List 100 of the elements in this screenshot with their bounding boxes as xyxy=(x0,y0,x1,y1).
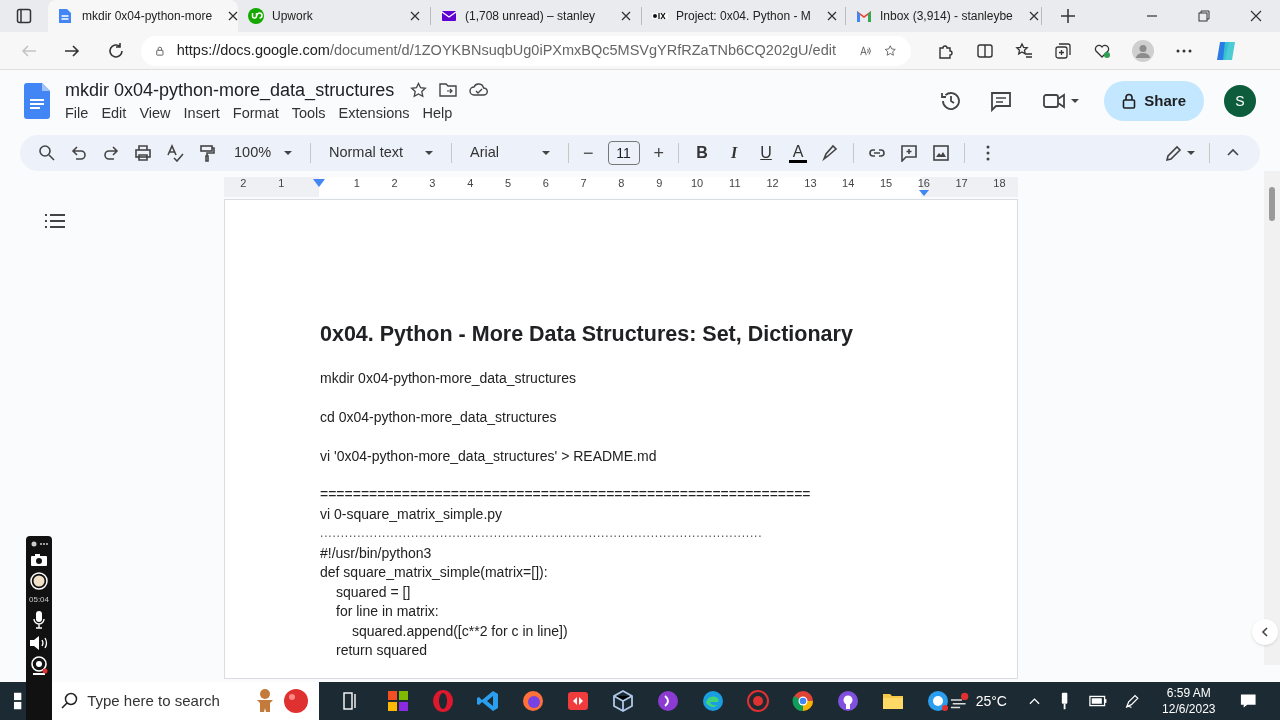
favorites-icon[interactable] xyxy=(1015,41,1033,60)
paint-format-icon[interactable] xyxy=(198,144,216,162)
document-page[interactable] xyxy=(224,199,1018,679)
menu-item[interactable]: Help xyxy=(417,102,458,124)
box-app-icon[interactable] xyxy=(610,689,635,713)
menu-item[interactable]: File xyxy=(60,102,94,124)
address-bar[interactable]: https://docs.google.com/document/d/1ZOYKBNsuqbUg0iPXmxBQc5MSVgYRfRZaTNb6CQ202gU/edit xyxy=(141,35,911,66)
chrome-icon[interactable] xyxy=(790,689,815,713)
undo-icon[interactable] xyxy=(70,144,88,162)
menu-item[interactable]: View xyxy=(134,102,176,124)
windows-start-icon[interactable] xyxy=(14,692,24,710)
tiles-app-icon[interactable] xyxy=(385,689,410,713)
underline-button[interactable]: U xyxy=(757,141,776,165)
weather-icon[interactable] xyxy=(949,692,970,710)
browser-tab[interactable]: Inbox (3,914) - stanleybe xyxy=(846,7,1042,25)
print-icon[interactable] xyxy=(134,144,152,162)
opera-icon[interactable] xyxy=(430,689,455,713)
menu-item[interactable]: Edit xyxy=(96,102,132,124)
italic-button[interactable]: I xyxy=(725,141,744,165)
split-screen-icon[interactable] xyxy=(976,41,994,60)
account-avatar[interactable]: S xyxy=(1224,85,1256,117)
chevron-left-icon xyxy=(1260,627,1270,637)
close-icon[interactable] xyxy=(621,11,631,21)
browser-tab[interactable]: Upwork xyxy=(238,7,431,25)
chevron-up-icon[interactable] xyxy=(1028,697,1040,705)
bold-button[interactable]: B xyxy=(693,141,712,165)
microphone-icon[interactable] xyxy=(32,610,46,630)
close-icon[interactable] xyxy=(1028,11,1039,21)
dotted-separator: ........................................................................................................... xyxy=(320,525,764,542)
collections-icon[interactable] xyxy=(1054,41,1072,60)
font-dropdown[interactable]: Arial xyxy=(466,142,554,164)
record-app-icon[interactable] xyxy=(745,689,770,713)
browser-tab[interactable]: Project: 0x04. Python - M xyxy=(642,7,846,25)
close-icon[interactable] xyxy=(1250,10,1262,22)
menu-item[interactable]: Insert xyxy=(178,102,225,124)
share-button[interactable]: Share xyxy=(1104,81,1204,121)
scrollbar[interactable] xyxy=(1264,171,1280,665)
notifications-icon[interactable] xyxy=(1239,693,1256,709)
more-icon[interactable] xyxy=(30,540,48,548)
ruler-number: 2 xyxy=(239,177,248,189)
menu-item[interactable]: Tools xyxy=(286,102,331,124)
recording-timer: 05:04 xyxy=(29,595,49,605)
side-panel-toggle[interactable] xyxy=(1252,619,1278,645)
add-comment-icon[interactable] xyxy=(900,144,919,162)
font-size-field[interactable]: 11 xyxy=(607,141,640,165)
ruler-number: 10 xyxy=(689,177,705,189)
temperature-text[interactable]: 25°C xyxy=(975,690,1007,712)
refresh-icon[interactable] xyxy=(107,41,125,60)
webcam-icon[interactable] xyxy=(30,656,48,676)
spellcheck-icon[interactable] xyxy=(166,144,184,162)
outline-icon[interactable] xyxy=(45,213,65,229)
star-icon[interactable] xyxy=(410,81,428,99)
taskbar-search-field[interactable]: Type here to search xyxy=(51,682,319,720)
document-title[interactable]: mkdir 0x04-python-more_data_structures xyxy=(65,78,395,102)
close-icon[interactable] xyxy=(410,11,420,21)
profile-icon[interactable] xyxy=(1132,39,1154,62)
code-line: ============================================================ xyxy=(320,485,812,504)
remote-app-icon[interactable] xyxy=(565,689,590,713)
folder-icon[interactable] xyxy=(439,82,458,98)
indent-marker-icon[interactable] xyxy=(313,179,325,187)
usb-drive-icon[interactable] xyxy=(1059,692,1070,710)
record-button-icon[interactable] xyxy=(30,572,48,590)
browser-tab[interactable]: mkdir 0x04-python-more xyxy=(48,0,238,32)
text-color-button[interactable]: A xyxy=(789,143,808,163)
redo-icon[interactable] xyxy=(102,144,120,162)
speaker-icon[interactable] xyxy=(29,635,49,651)
code-editor-icon[interactable] xyxy=(475,689,500,713)
image-icon[interactable] xyxy=(932,144,951,162)
ruler-number: 15 xyxy=(878,177,894,189)
zoom-dropdown[interactable]: 100% xyxy=(230,142,296,164)
decrease-font-size-button[interactable]: − xyxy=(583,139,594,167)
increase-font-size-button[interactable]: + xyxy=(653,139,665,167)
battery-icon[interactable] xyxy=(1089,695,1108,707)
cloud-icon[interactable] xyxy=(469,82,490,98)
browser-tab[interactable]: (1,708 unread) – stanley xyxy=(431,7,642,25)
close-icon[interactable] xyxy=(826,11,837,21)
menu-item[interactable]: Extensions xyxy=(333,102,415,124)
comment-icon[interactable] xyxy=(990,90,1013,112)
search-icon[interactable] xyxy=(38,144,56,162)
docs-logo-icon[interactable] xyxy=(24,83,50,119)
pen-icon[interactable] xyxy=(1125,693,1141,709)
clock-date[interactable]: 12/6/2023 xyxy=(1162,701,1216,717)
tab-strip-icon[interactable] xyxy=(16,8,32,24)
edge-icon[interactable] xyxy=(700,689,725,713)
menu-item[interactable]: Format xyxy=(227,102,284,124)
margin-marker-icon[interactable] xyxy=(918,190,929,196)
highlighter-icon[interactable] xyxy=(821,144,840,162)
close-icon[interactable] xyxy=(228,11,239,21)
ruler[interactable]: 2 1 1 2 3 4 5 6 7 8 9 10 11 12 13 14 15 16 17 18 xyxy=(224,177,1018,197)
ruler-number: 2 xyxy=(390,177,399,189)
lock-icon xyxy=(1122,93,1137,109)
style-dropdown[interactable]: Normal text xyxy=(325,142,437,164)
history-icon[interactable] xyxy=(940,90,963,112)
pencil-icon[interactable] xyxy=(1165,144,1195,162)
search-input[interactable]: Type here to search xyxy=(87,689,238,713)
ruler-number: 13 xyxy=(803,177,818,189)
restore-icon[interactable] xyxy=(1198,10,1210,22)
clock-time[interactable]: 6:59 AM xyxy=(1166,685,1211,701)
new-tab-icon[interactable] xyxy=(1060,8,1076,24)
camera-icon[interactable] xyxy=(30,553,48,567)
